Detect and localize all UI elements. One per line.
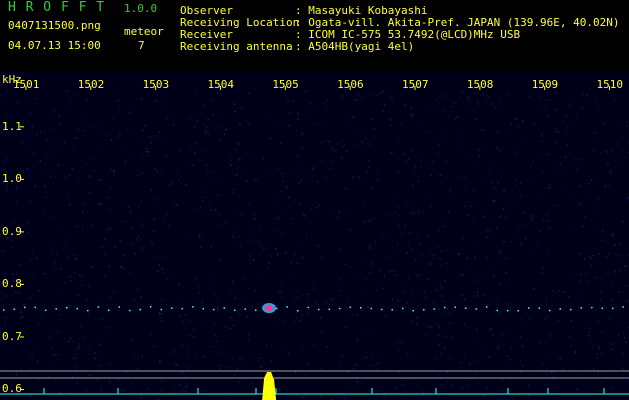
carrier-dot xyxy=(171,307,173,309)
meteor-echo xyxy=(265,305,274,312)
carrier-dot xyxy=(87,309,89,312)
carrier-dot xyxy=(297,310,299,312)
carrier-dot xyxy=(223,307,225,309)
y-tick-label: 1.0 xyxy=(2,172,22,186)
spectrogram-background xyxy=(0,72,629,400)
x-tick-label: 1506 xyxy=(337,78,364,91)
carrier-dot xyxy=(129,309,131,312)
carrier-dot xyxy=(234,309,236,311)
carrier-dot xyxy=(76,307,78,310)
info-antenna-value: : A504HB(yagi 4el) xyxy=(295,40,415,53)
carrier-dot xyxy=(622,306,624,308)
carrier-dot xyxy=(507,309,509,312)
carrier-dot xyxy=(612,307,614,310)
carrier-dot xyxy=(339,307,341,310)
y-tick-label: 0.7 xyxy=(2,329,22,343)
carrier-dot xyxy=(24,306,26,309)
carrier-dot xyxy=(517,310,519,312)
carrier-dot xyxy=(370,307,372,310)
carrier-dot xyxy=(318,308,320,311)
file-datetime: 04.07.13 15:00 xyxy=(8,39,101,52)
app-name: H R O F F T xyxy=(8,0,106,15)
carrier-dot xyxy=(286,306,288,308)
carrier-dot xyxy=(55,308,57,310)
carrier-dot xyxy=(244,308,246,310)
carrier-dot xyxy=(423,309,425,311)
y-tick-label: 0.8 xyxy=(2,277,22,291)
y-tick-label: 0.9 xyxy=(2,224,22,238)
carrier-dot xyxy=(580,307,582,309)
x-tick-label: 1503 xyxy=(142,78,170,91)
carrier-dot xyxy=(150,306,152,308)
x-tick-label: 1509 xyxy=(531,78,559,91)
carrier-dot xyxy=(475,308,477,310)
carrier-dot xyxy=(3,309,5,311)
carrier-dot xyxy=(118,306,120,308)
carrier-dot xyxy=(160,308,162,311)
carrier-dot xyxy=(381,308,383,311)
carrier-dot xyxy=(412,310,414,312)
carrier-dot xyxy=(202,308,204,310)
carrier-dot xyxy=(349,306,351,308)
carrier-dot xyxy=(528,307,530,309)
carrier-dot xyxy=(108,309,110,311)
x-tick-label: 1508 xyxy=(466,78,494,91)
x-tick-label: 1504 xyxy=(207,78,234,91)
carrier-dot xyxy=(465,307,467,309)
meteor-count: 7 xyxy=(138,39,145,52)
carrier-dot xyxy=(559,308,561,310)
carrier-dot xyxy=(538,307,540,309)
meteor-label: meteor xyxy=(124,25,164,38)
x-tick-label: 1502 xyxy=(77,78,105,91)
header-panel: H R O F F T 1.0.0 0407131500.png meteor … xyxy=(0,0,629,72)
carrier-dot xyxy=(213,308,215,311)
carrier-dot xyxy=(591,306,593,309)
carrier-dot xyxy=(192,306,194,308)
carrier-dot xyxy=(276,307,278,310)
carrier-dot xyxy=(360,307,362,309)
file-name: 0407131500.png xyxy=(8,19,101,32)
carrier-dot xyxy=(601,307,603,310)
carrier-dot xyxy=(13,308,15,310)
x-tick-label: 1505 xyxy=(272,78,299,91)
x-tick-label: 1501 xyxy=(12,78,40,91)
carrier-dot xyxy=(307,306,309,309)
carrier-dot xyxy=(328,308,330,311)
carrier-dot xyxy=(391,309,393,311)
carrier-dot xyxy=(255,309,257,311)
carrier-dot xyxy=(496,309,498,312)
carrier-dot xyxy=(97,306,99,308)
carrier-dot xyxy=(454,306,456,308)
app-version: 1.0.0 xyxy=(124,2,158,15)
carrier-dot xyxy=(486,306,488,308)
carrier-dot xyxy=(34,306,36,309)
carrier-dot xyxy=(402,307,404,310)
carrier-dot xyxy=(181,307,183,310)
carrier-dot xyxy=(570,308,572,311)
carrier-dot xyxy=(444,306,446,309)
x-tick-label: 1507 xyxy=(402,78,429,91)
y-tick-label: 1.1 xyxy=(2,119,22,133)
info-antenna-label: Receiving antenna xyxy=(180,40,293,53)
carrier-dot xyxy=(66,307,68,309)
carrier-dot xyxy=(549,309,551,312)
y-tick-label: 0.6 xyxy=(2,382,22,396)
x-tick-label: 1510 xyxy=(596,78,624,91)
carrier-dot xyxy=(45,309,47,312)
carrier-dot xyxy=(139,308,141,311)
carrier-dot xyxy=(433,308,435,310)
